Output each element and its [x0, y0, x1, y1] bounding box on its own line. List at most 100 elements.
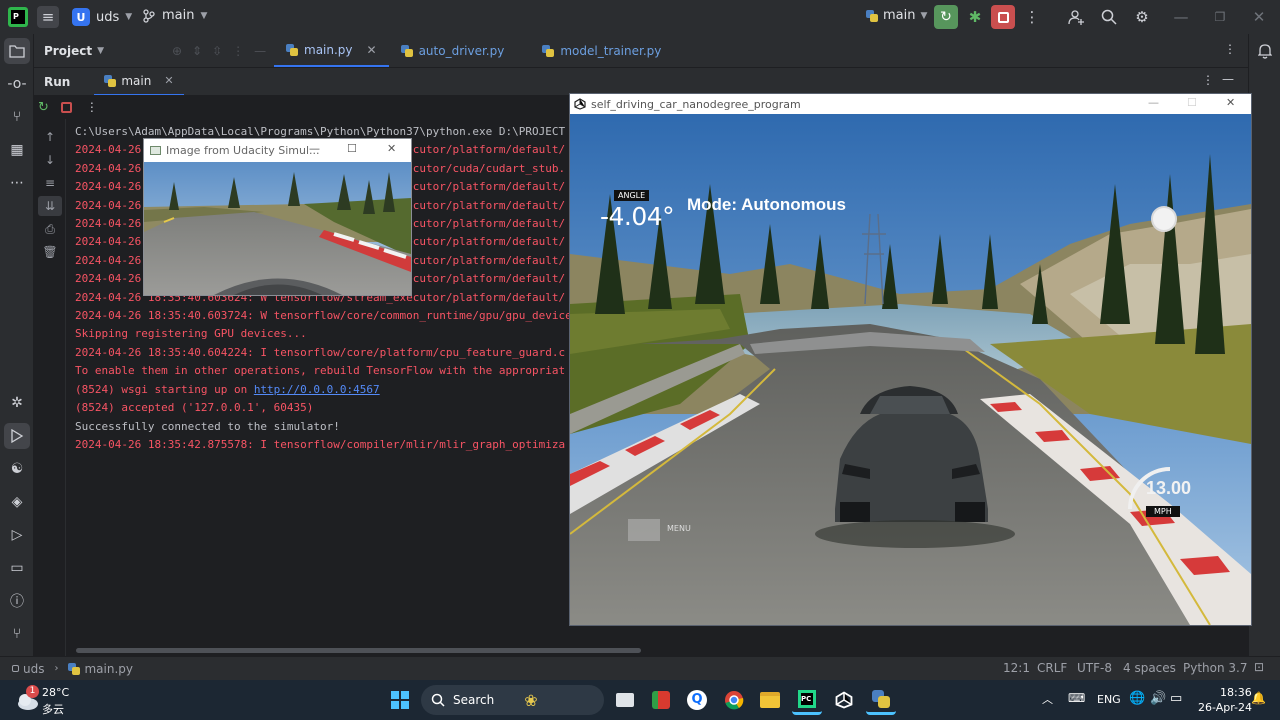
- expand-icon[interactable]: ⇕: [192, 44, 202, 58]
- tray-chevron-icon[interactable]: ︿: [1042, 691, 1053, 707]
- unity-taskbar-icon[interactable]: [829, 685, 859, 715]
- debug-tool-icon[interactable]: ✲: [4, 390, 30, 416]
- console-link[interactable]: http://0.0.0.0:4567: [254, 383, 380, 396]
- run-tab-main[interactable]: main ✕: [94, 68, 184, 96]
- weather-cloud-icon[interactable]: 1: [16, 685, 40, 712]
- weather-temp[interactable]: 28°C: [42, 686, 69, 699]
- keyboard-icon[interactable]: ⌨: [1068, 691, 1085, 705]
- horizontal-scrollbar[interactable]: [76, 648, 641, 653]
- run-config-widget[interactable]: main ▼: [866, 8, 927, 23]
- python-packages-icon[interactable]: ◈: [4, 489, 30, 515]
- editor-tab-main-py[interactable]: main.py ✕: [274, 34, 389, 67]
- menu-button[interactable]: MENU: [667, 524, 691, 533]
- lock-icon[interactable]: ⊡: [1254, 660, 1264, 674]
- module-icon: [12, 665, 19, 672]
- print-icon[interactable]: ⎙: [38, 219, 62, 239]
- services-tool-icon[interactable]: ▷: [4, 522, 30, 548]
- angle-value: -4.04°: [600, 202, 675, 231]
- minimize-icon[interactable]: —: [309, 142, 320, 155]
- run-tool-icon[interactable]: [4, 423, 30, 449]
- python-icon: [400, 44, 413, 57]
- scroll-down-icon[interactable]: ↓: [38, 150, 62, 170]
- clock-date[interactable]: 26-Apr-24: [1198, 701, 1252, 714]
- taskbar-search-box[interactable]: Search ❀: [421, 685, 604, 715]
- app-icon-q[interactable]: Q: [682, 685, 712, 715]
- scroll-to-end-icon[interactable]: ⇊: [38, 196, 62, 216]
- windows-start-icon[interactable]: [385, 685, 415, 715]
- terminal-tool-icon[interactable]: ▭: [4, 555, 30, 581]
- maximize-icon[interactable]: ☐: [1187, 96, 1197, 109]
- notifications-bell-icon[interactable]: [1252, 38, 1278, 64]
- tab-options-icon[interactable]: ⋮: [1224, 42, 1236, 56]
- caret-position[interactable]: 12:1: [1003, 661, 1030, 675]
- stop-button[interactable]: [991, 5, 1015, 29]
- main-menu-icon[interactable]: ≡: [37, 6, 59, 28]
- more-actions-icon[interactable]: ⋮: [1021, 6, 1043, 28]
- app-icon-red[interactable]: [646, 685, 676, 715]
- chevron-down-icon[interactable]: ▼: [97, 46, 104, 56]
- more-icon[interactable]: ⋮: [86, 100, 98, 114]
- weather-condition[interactable]: 多云: [42, 701, 64, 717]
- chrome-icon[interactable]: [719, 685, 749, 715]
- volume-icon[interactable]: 🔊: [1150, 691, 1166, 706]
- git-tool-icon[interactable]: ⑂: [4, 621, 30, 647]
- options-icon[interactable]: ⋮: [232, 44, 244, 58]
- simulator-titlebar[interactable]: self_driving_car_nanodegree_program — ☐ …: [570, 94, 1251, 114]
- project-panel-title[interactable]: Project: [44, 44, 92, 58]
- stop-icon[interactable]: [60, 101, 72, 113]
- soft-wrap-icon[interactable]: ≡: [38, 173, 62, 193]
- project-widget[interactable]: U uds ▼: [72, 8, 132, 26]
- scroll-up-icon[interactable]: ↑: [38, 127, 62, 147]
- simulator-window[interactable]: self_driving_car_nanodegree_program — ☐ …: [569, 93, 1252, 626]
- close-icon[interactable]: ✕: [387, 142, 396, 155]
- structure-tool-icon[interactable]: ▦: [4, 137, 30, 163]
- search-icon[interactable]: [1098, 6, 1120, 28]
- line-separator[interactable]: CRLF: [1037, 661, 1067, 675]
- run-options-icon[interactable]: ⋮: [1202, 73, 1214, 87]
- python-icon: [68, 662, 81, 675]
- pull-requests-icon[interactable]: ⑂: [4, 104, 30, 130]
- battery-icon[interactable]: ▭: [1170, 691, 1182, 706]
- rerun-button[interactable]: ↻: [934, 5, 958, 29]
- breadcrumb-file[interactable]: main.py: [84, 662, 133, 676]
- close-icon[interactable]: ✕: [1248, 6, 1270, 28]
- notification-bell-icon[interactable]: 🔔: [1251, 691, 1266, 705]
- debug-icon[interactable]: ✱: [964, 6, 986, 28]
- python-taskbar-icon[interactable]: [866, 685, 896, 715]
- rerun-icon[interactable]: ↻: [38, 100, 49, 115]
- branch-widget[interactable]: main ▼: [142, 8, 207, 23]
- maximize-icon[interactable]: ☐: [347, 142, 357, 155]
- close-tab-icon[interactable]: ✕: [367, 43, 377, 57]
- more-tools-icon[interactable]: ⋯: [4, 170, 30, 196]
- settings-gear-icon[interactable]: ⚙: [1131, 6, 1153, 28]
- python-interpreter[interactable]: Python 3.7: [1183, 661, 1248, 675]
- minimize-icon[interactable]: —: [1170, 6, 1192, 28]
- add-user-icon[interactable]: [1065, 6, 1087, 28]
- camera-window-titlebar[interactable]: Image from Udacity Simul... — ☐ ✕: [144, 139, 411, 162]
- editor-tab-auto-driver[interactable]: auto_driver.py: [389, 34, 517, 67]
- clear-trash-icon[interactable]: 🗑: [38, 242, 62, 262]
- hide-panel-icon[interactable]: —: [1222, 72, 1234, 86]
- project-tool-icon[interactable]: [4, 38, 30, 64]
- breadcrumb-project[interactable]: uds: [23, 662, 44, 676]
- commit-tool-icon[interactable]: -o-: [4, 71, 30, 97]
- problems-tool-icon[interactable]: ⓘ: [4, 588, 30, 614]
- input-language[interactable]: ENG: [1097, 693, 1121, 706]
- minimize-icon[interactable]: —: [1148, 96, 1159, 109]
- file-encoding[interactable]: UTF-8: [1077, 661, 1112, 675]
- collapse-icon[interactable]: ⇳: [212, 44, 222, 58]
- restore-icon[interactable]: ❐: [1209, 6, 1231, 28]
- editor-tab-model-trainer[interactable]: model_trainer.py: [530, 34, 673, 67]
- python-console-icon[interactable]: ☯: [4, 456, 30, 482]
- locate-icon[interactable]: ⊕: [172, 44, 182, 58]
- file-explorer-icon[interactable]: [755, 685, 785, 715]
- close-tab-icon[interactable]: ✕: [164, 74, 173, 87]
- indent-setting[interactable]: 4 spaces: [1123, 661, 1176, 675]
- task-view-icon[interactable]: [610, 685, 640, 715]
- pycharm-taskbar-icon[interactable]: PC: [792, 685, 822, 715]
- close-icon[interactable]: ✕: [1226, 96, 1235, 109]
- hide-icon[interactable]: —: [254, 44, 266, 58]
- camera-image-window[interactable]: Image from Udacity Simul... — ☐ ✕: [143, 138, 412, 296]
- network-globe-icon[interactable]: 🌐: [1129, 691, 1145, 706]
- clock-time[interactable]: 18:36: [1220, 686, 1252, 699]
